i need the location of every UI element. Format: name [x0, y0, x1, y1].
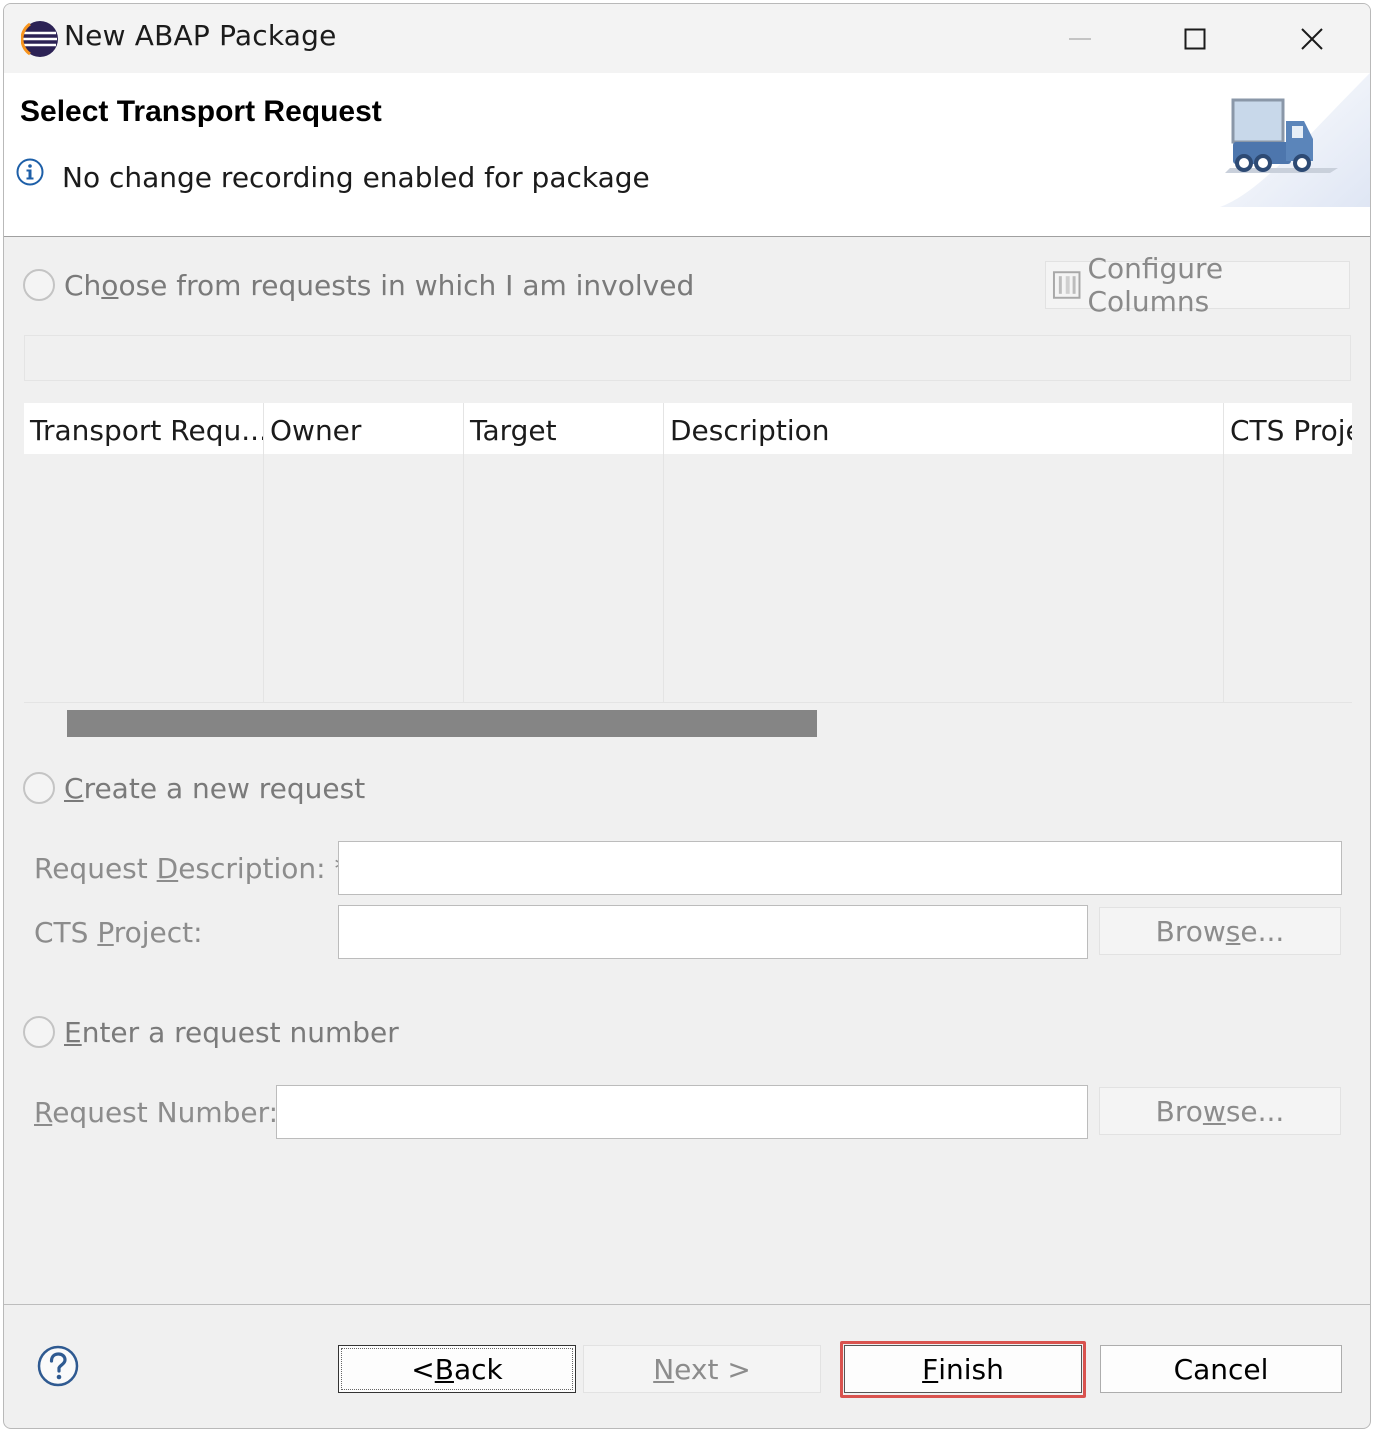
minimize-button[interactable]: [1024, 4, 1136, 73]
window-title: New ABAP Package: [64, 19, 337, 52]
columns-icon: [1052, 271, 1081, 299]
title-bar: New ABAP Package: [4, 4, 1370, 73]
cancel-button[interactable]: Cancel: [1100, 1345, 1342, 1393]
choose-requests-label[interactable]: Choose from requests in which I am invol…: [64, 269, 694, 302]
requests-filter-field[interactable]: [24, 335, 1351, 381]
enter-request-label[interactable]: Enter a request number: [64, 1016, 399, 1049]
column-header-owner[interactable]: Owner: [264, 403, 463, 454]
request-number-input[interactable]: [276, 1085, 1088, 1139]
column-header-transport-request[interactable]: Transport Requ...: [24, 403, 263, 454]
header-message: No change recording enabled for package: [62, 161, 650, 194]
back-button[interactable]: < Back: [338, 1345, 576, 1393]
info-icon: [16, 158, 44, 186]
maximize-icon: [1184, 28, 1206, 49]
create-request-label[interactable]: Create a new request: [64, 772, 365, 805]
request-description-label: Request Description: *: [34, 852, 349, 885]
column-header-description[interactable]: Description: [664, 403, 1223, 454]
page-title: Select Transport Request: [20, 95, 382, 128]
cts-project-input[interactable]: [338, 905, 1088, 959]
horizontal-scrollbar-thumb[interactable]: [67, 710, 817, 737]
column-divider: [1223, 403, 1224, 702]
footer-divider: [4, 1304, 1370, 1305]
create-request-radio[interactable]: [23, 772, 55, 804]
finish-button[interactable]: Finish: [844, 1345, 1082, 1393]
choose-requests-radio[interactable]: [23, 269, 55, 301]
request-number-label: Request Number:: [34, 1096, 279, 1129]
requests-table[interactable]: Transport Requ... Owner Target Descripti…: [24, 403, 1352, 703]
close-button[interactable]: [1256, 4, 1368, 73]
transport-truck-icon: [1220, 73, 1370, 207]
configure-columns-label: Configure Columns: [1087, 252, 1224, 318]
close-icon: [1301, 27, 1323, 50]
configure-columns-button[interactable]: Configure Columns: [1045, 252, 1350, 318]
cts-project-browse-button[interactable]: Brow s e...: [1099, 907, 1341, 955]
maximize-button[interactable]: [1139, 4, 1251, 73]
column-header-target[interactable]: Target: [464, 403, 663, 454]
request-description-input[interactable]: [338, 841, 1342, 895]
column-divider: [463, 403, 464, 702]
column-header-cts-project[interactable]: CTS Proje: [1224, 403, 1352, 454]
column-divider: [263, 403, 264, 702]
enter-request-radio[interactable]: [23, 1016, 55, 1048]
dialog-window: New ABAP Package Select Transport Reques…: [3, 3, 1371, 1429]
eclipse-icon: [21, 21, 58, 57]
request-number-browse-button[interactable]: Bro w se...: [1099, 1087, 1341, 1135]
minimize-icon: [1069, 37, 1091, 40]
help-icon[interactable]: [37, 1345, 79, 1387]
next-button[interactable]: Next >: [583, 1345, 821, 1393]
column-divider: [663, 403, 664, 702]
wizard-header: Select Transport Request No change recor…: [4, 73, 1370, 237]
cts-project-label: CTS Project:: [34, 916, 203, 949]
